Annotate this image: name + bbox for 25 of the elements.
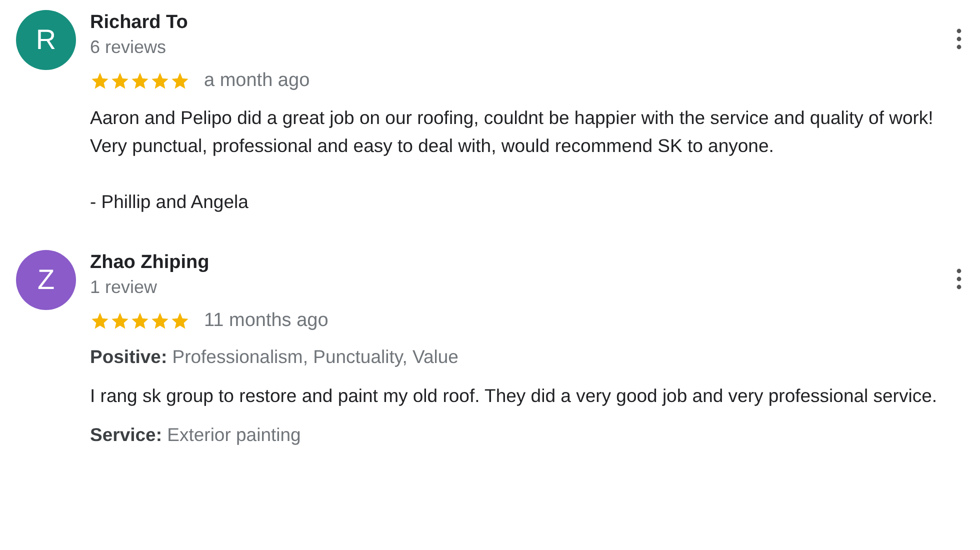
star-icon <box>150 311 170 331</box>
star-icon <box>90 71 110 91</box>
star-icon <box>130 71 150 91</box>
avatar: Z <box>16 250 76 310</box>
avatar: R <box>16 10 76 70</box>
attribute-value: Exterior painting <box>167 424 301 445</box>
review-text: I rang sk group to restore and paint my old roof. They did a very good job and very professional service. <box>90 384 938 408</box>
review-count: 1 review <box>90 277 158 298</box>
star-icon <box>170 71 190 91</box>
star-icon <box>90 311 110 331</box>
review-time: a month ago <box>204 70 310 92</box>
attribute-label: Positive: <box>90 346 168 367</box>
review-time: 11 months ago <box>204 310 328 332</box>
reviewer-name[interactable]: Zhao Zhiping <box>90 252 210 274</box>
review-count: 6 reviews <box>90 37 166 58</box>
attribute-value: Professionalism, Punctuality, Value <box>172 346 458 367</box>
star-icon <box>150 71 170 91</box>
star-icon <box>130 311 150 331</box>
star-icon <box>110 71 130 91</box>
review-text: Aaron and Pelipo did a great job on our roofing, couldnt be happier with the service and quality of work! Very punctual, professional and easy to deal with, would recommend SK to anyone. <box>90 106 934 158</box>
star-icon <box>170 311 190 331</box>
reviewer-name[interactable]: Richard To <box>90 12 188 34</box>
star-icon <box>110 311 130 331</box>
review-text: - Phillip and Angela <box>90 190 250 214</box>
attribute-label: Service: <box>90 424 162 445</box>
